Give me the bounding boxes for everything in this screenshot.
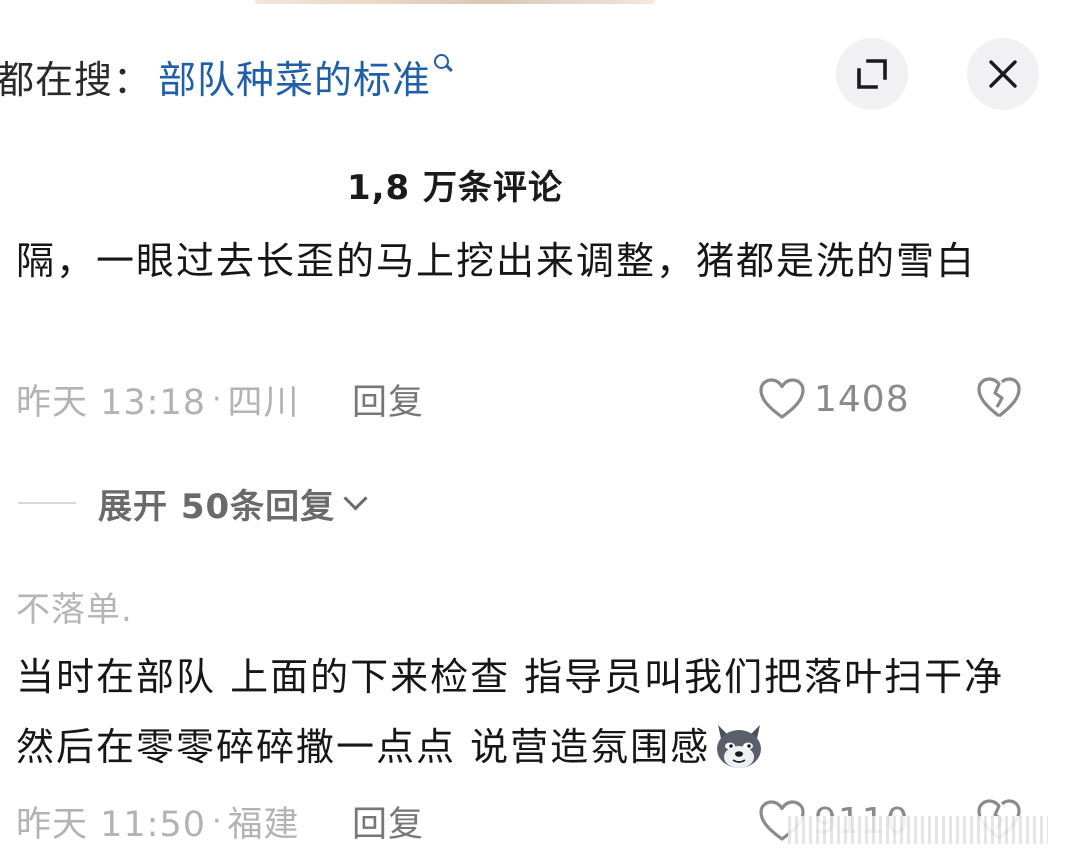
comment-location: 福建 — [227, 804, 300, 845]
comment-time: 昨天 13:18 — [16, 382, 206, 423]
expand-replies-button[interactable]: 展开 50条回复 — [18, 480, 368, 527]
expand-divider — [18, 502, 76, 504]
meta-separator: · — [212, 381, 222, 417]
reply-button[interactable]: 回复 — [352, 374, 424, 425]
like-count: 1408 — [814, 378, 910, 420]
comment-time: 昨天 11:50 — [16, 804, 206, 845]
close-icon — [989, 60, 1017, 88]
search-suggestion-term[interactable]: 部队种菜的标准 — [158, 49, 431, 104]
comment-text: 当时在部队 上面的下来检查 指导员叫我们把落叶扫干净 然后在零零碎碎撒一点点 说… — [16, 655, 1005, 769]
search-suggestion[interactable]: 都在搜： 部队种菜的标准 — [0, 48, 454, 104]
search-suggestion-prefix: 都在搜： — [0, 57, 153, 102]
broken-heart-icon[interactable] — [976, 376, 1022, 420]
watermark-overlay — [788, 816, 1048, 844]
comment-text-container[interactable]: 当时在部队 上面的下来检查 指导员叫我们把落叶扫干净 然后在零零碎碎撒一点点 说… — [16, 642, 1016, 782]
comment-text[interactable]: 隔，一眼过去长歪的马上挖出来调整，猪都是洗的雪白 — [16, 226, 1016, 296]
search-icon — [434, 54, 454, 78]
reply-button[interactable]: 回复 — [352, 796, 424, 847]
chevron-down-icon — [343, 485, 368, 511]
comment-location: 四川 — [227, 382, 300, 423]
comment-sheet-screen: 都在搜： 部队种菜的标准 1,8 万条评论 隔，一眼过去长歪的马上挖出来调整，猪… — [0, 0, 1076, 867]
video-thumbnail-edge — [255, 0, 655, 4]
heart-icon — [759, 378, 805, 419]
expand-icon — [857, 59, 887, 89]
expand-button[interactable] — [836, 38, 908, 110]
comment-username[interactable]: 不落单. — [16, 582, 133, 631]
comment-meta: 昨天 13:18 · 四川 回复 1408 — [16, 374, 1056, 424]
comment-count-title: 1,8 万条评论 — [346, 168, 564, 208]
close-button[interactable] — [967, 38, 1039, 110]
expand-replies-label: 展开 50条回复 — [98, 486, 336, 527]
like-button[interactable]: 1408 — [758, 377, 910, 421]
dog-emoji-icon — [717, 724, 762, 768]
meta-separator: · — [212, 803, 222, 839]
